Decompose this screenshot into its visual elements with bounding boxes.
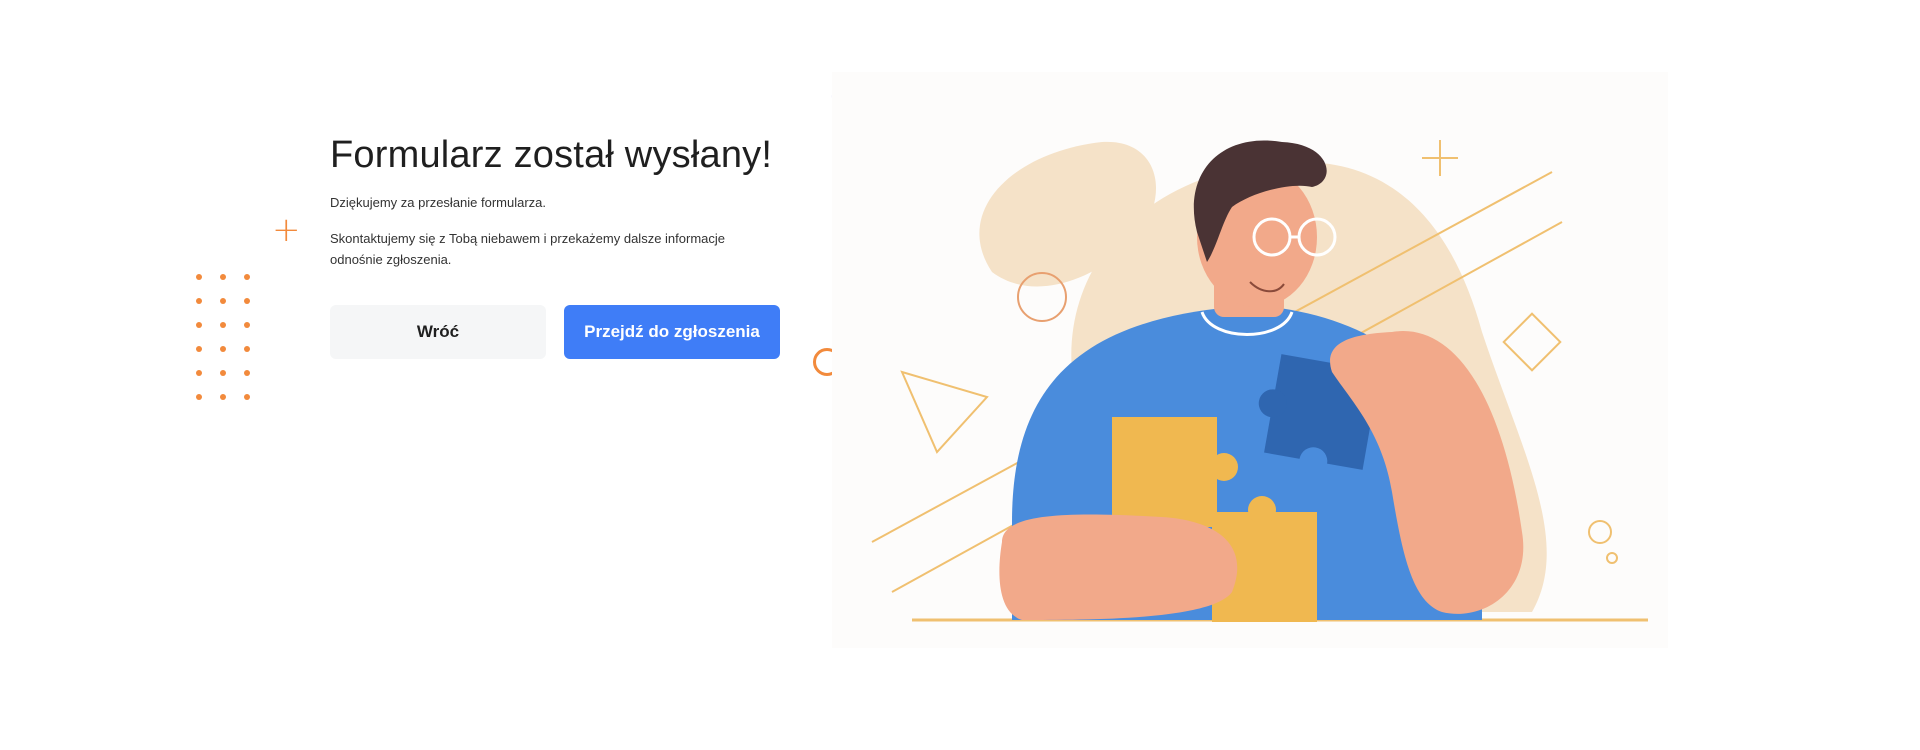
dots-pattern <box>196 274 268 418</box>
confirmation-content: Formularz został wysłany! Dziękujemy za … <box>330 134 790 359</box>
back-button[interactable]: Wróć <box>330 305 546 359</box>
action-buttons: Wróć Przejdź do zgłoszenia <box>330 305 790 359</box>
puzzle-illustration <box>832 72 1668 648</box>
page-title: Formularz został wysłany! <box>330 134 773 176</box>
plus-icon: + <box>272 210 301 250</box>
confirmation-page: + + Formularz został wysłany! Dziękujemy… <box>0 0 1920 750</box>
thanks-text: Dziękujemy za przesłanie formularza. <box>330 195 547 210</box>
go-to-submission-button[interactable]: Przejdź do zgłoszenia <box>564 305 780 359</box>
info-text: Skontaktujemy się z Tobą niebawem i prze… <box>330 231 725 267</box>
